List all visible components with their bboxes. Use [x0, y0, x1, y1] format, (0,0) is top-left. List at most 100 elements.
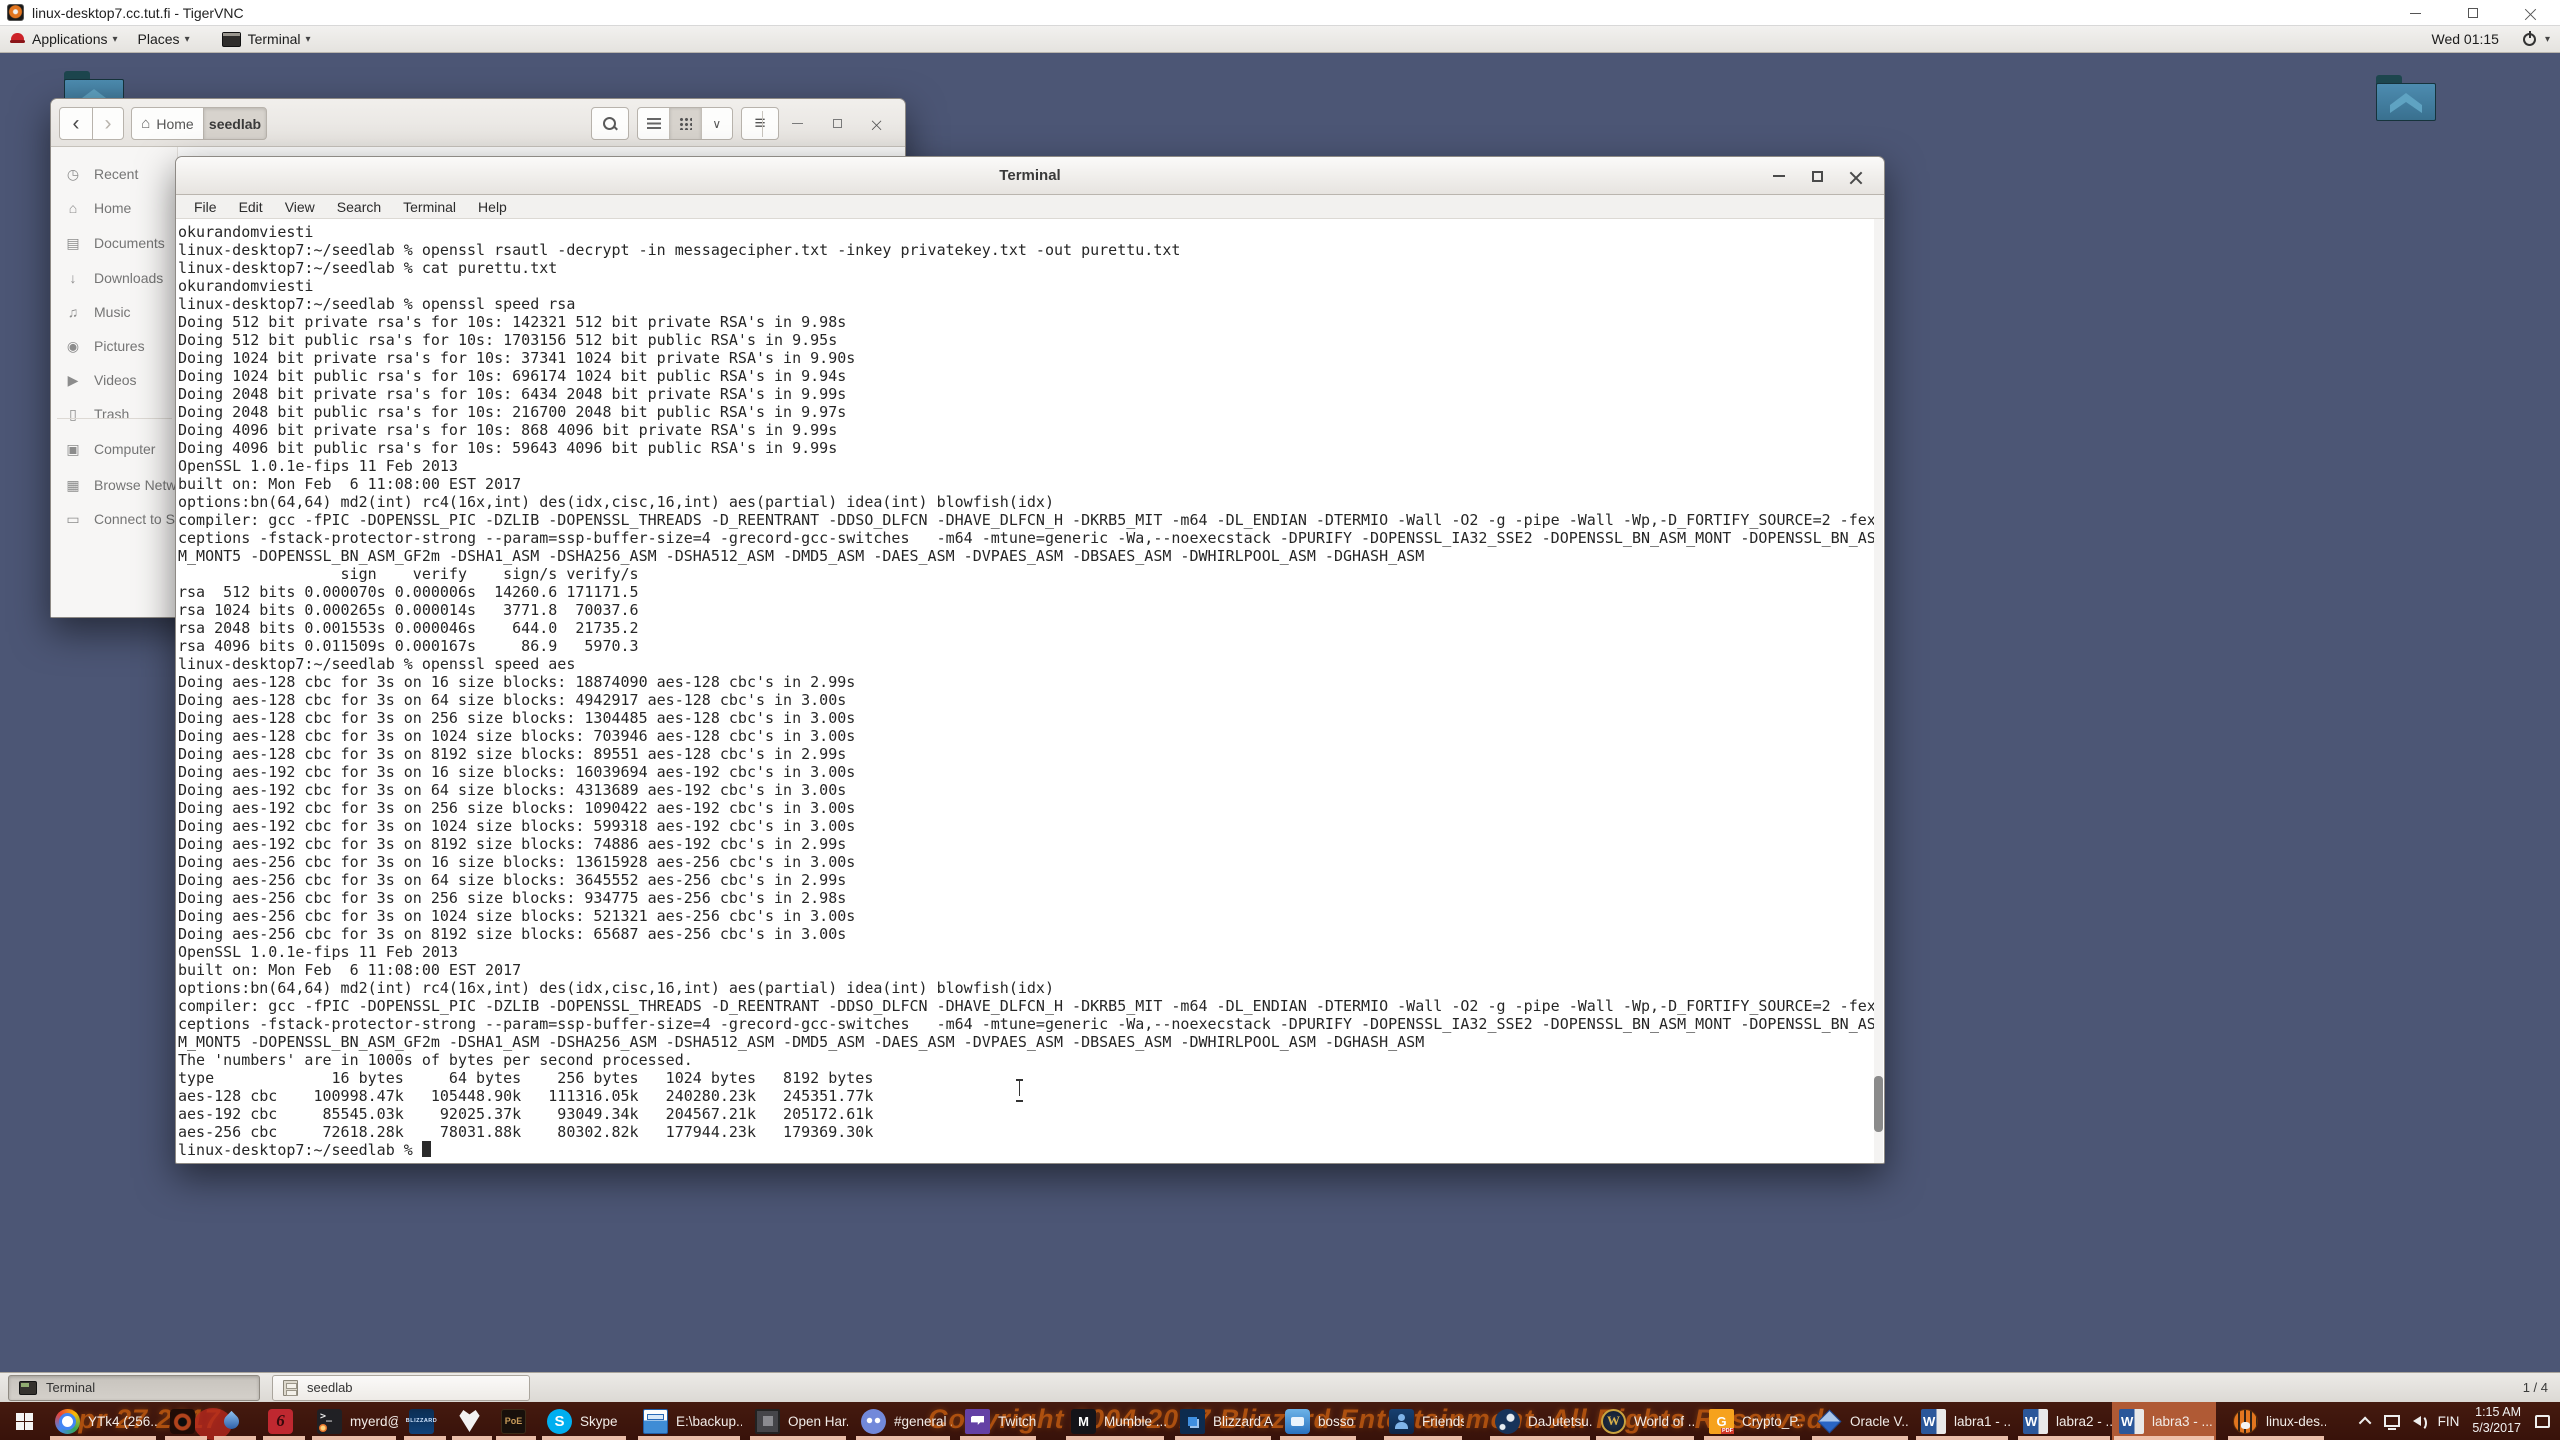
vnc-window-titlebar: linux-desktop7.cc.tut.fi - TigerVNC	[0, 0, 2560, 26]
discord-icon	[861, 1408, 886, 1434]
server-icon: ▭	[66, 510, 80, 527]
fm-close-button[interactable]	[857, 118, 897, 130]
fm-minimize-button[interactable]	[777, 123, 817, 124]
taskbar-app-twitch[interactable]: Twitch	[958, 1402, 1038, 1440]
taskbar-app-tigervnc[interactable]: linux-des...	[2226, 1402, 2326, 1440]
tray-clock[interactable]: 1:15 AM 5/3/2017	[2472, 1405, 2521, 1436]
breadcrumb-current-folder[interactable]: seedlab	[203, 107, 267, 140]
taskbar-app-blizzard[interactable]: Blizzard A...	[1173, 1402, 1273, 1440]
places-menu[interactable]: Places	[128, 26, 200, 52]
taskbar-app-putty[interactable]: >_ myerd@h...	[310, 1402, 398, 1440]
action-center-button[interactable]	[2535, 1414, 2550, 1428]
taskbar-app-flame-game[interactable]	[163, 1402, 209, 1440]
terminal-titlebar[interactable]: Terminal	[176, 157, 1884, 195]
menu-terminal[interactable]: Terminal	[392, 199, 467, 215]
power-icon	[2522, 30, 2536, 46]
videos-icon: ▶	[67, 371, 79, 388]
pdf-icon: G	[1709, 1408, 1734, 1434]
system-menu[interactable]	[2509, 30, 2560, 46]
window-list-item-terminal[interactable]: Terminal	[8, 1374, 260, 1401]
taskbar-app-friends[interactable]: Friends	[1382, 1402, 1464, 1440]
menu-search[interactable]: Search	[326, 199, 392, 215]
terminal-scrollbar[interactable]	[1874, 219, 1883, 1163]
mouse-ibeam-cursor	[1015, 1079, 1024, 1098]
taskbar-app-word-labra3[interactable]: W labra3 - ...	[2112, 1402, 2216, 1440]
terminal-close-button[interactable]	[1836, 170, 1874, 183]
network-icon	[2383, 1415, 2400, 1430]
word-icon: W	[2023, 1408, 2048, 1434]
terminal-window-title: Terminal	[999, 167, 1061, 184]
fm-maximize-button[interactable]	[817, 119, 857, 128]
menu-file[interactable]: File	[183, 199, 228, 215]
music-icon: ♫	[67, 304, 79, 320]
wow-icon: W	[1601, 1408, 1626, 1434]
screen: linux-desktop7.cc.tut.fi - TigerVNC Appl…	[0, 0, 2560, 1440]
tray-volume-button[interactable]	[2412, 1415, 2427, 1431]
taskbar-app-water-drop[interactable]	[212, 1402, 258, 1440]
vnc-close-button[interactable]	[2502, 0, 2560, 26]
taskbar-app-chrome[interactable]: YTk4 (256...	[48, 1402, 158, 1440]
terminal-output-area[interactable]: okurandomviesti linux-desktop7:~/seedlab…	[176, 219, 1884, 1163]
terminal-icon	[19, 1380, 37, 1395]
twitch-icon	[965, 1408, 990, 1434]
taskbar-app-steam[interactable]: DaJutetsu...	[1488, 1402, 1592, 1440]
terminal-maximize-button[interactable]	[1798, 170, 1836, 182]
menu-view[interactable]: View	[274, 199, 326, 215]
taskbar-app-battlenet[interactable]: BLIZZARD	[402, 1402, 448, 1440]
tray-network-button[interactable]	[2383, 1415, 2400, 1430]
maximize-icon	[832, 119, 842, 128]
back-button[interactable]: ‹	[59, 107, 93, 140]
applications-menu[interactable]: Applications	[0, 26, 128, 52]
active-app-menu[interactable]: Terminal	[212, 26, 321, 52]
panel-clock[interactable]: Wed 01:15	[2422, 31, 2509, 47]
tigervnc-app-icon	[7, 4, 24, 21]
trash-icon: ▯	[69, 405, 77, 422]
tray-language-indicator[interactable]: FIN	[2438, 1414, 2460, 1429]
taskbar-app-mumble[interactable]: M Mumble ...	[1064, 1402, 1166, 1440]
taskbar-app-discord[interactable]: #general ...	[854, 1402, 952, 1440]
taskbar-app-crypto-pdf[interactable]: G Crypto_P...	[1702, 1402, 1802, 1440]
home-icon: ⌂	[141, 115, 151, 132]
window-list-item-seedlab[interactable]: seedlab	[272, 1374, 530, 1401]
menu-edit[interactable]: Edit	[228, 199, 274, 215]
grid-view-button[interactable]	[669, 108, 701, 139]
mumble-icon: M	[1071, 1408, 1096, 1434]
taskbar-app-file-explorer[interactable]: E:\backup...	[636, 1402, 742, 1440]
taskbar-app-path-of-exile[interactable]: PoE	[494, 1402, 538, 1440]
list-view-icon	[646, 118, 661, 129]
forward-button[interactable]: ›	[92, 107, 124, 140]
taskbar-app-skype[interactable]: S Skype	[540, 1402, 628, 1440]
distro-menu-icon	[10, 33, 25, 45]
chat-icon	[1285, 1408, 1310, 1434]
workspace-indicator[interactable]: 1 / 4	[2523, 1380, 2548, 1395]
vnc-maximize-button[interactable]	[2444, 0, 2502, 26]
terminal-minimize-button[interactable]	[1760, 175, 1798, 177]
desktop-folder-icon[interactable]	[2376, 75, 2436, 121]
taskbar-app-bosso-chat[interactable]: bosso	[1278, 1402, 1358, 1440]
taskbar-app-word-labra1[interactable]: W labra1 - ...	[1914, 1402, 2010, 1440]
taskbar-app-world-of-warcraft[interactable]: W World of ...	[1594, 1402, 1696, 1440]
chrome-icon	[55, 1408, 80, 1434]
tray-expand-button[interactable]	[2358, 1416, 2372, 1429]
breadcrumb-home[interactable]: ⌂ Home	[131, 107, 204, 140]
blizzard-app-icon	[1180, 1408, 1205, 1434]
menu-help[interactable]: Help	[467, 199, 518, 215]
taskbar-app-red-emblem[interactable]: 6	[261, 1402, 307, 1440]
water-drop-icon	[219, 1409, 244, 1434]
friends-icon	[1389, 1408, 1414, 1434]
terminal-menubar: File Edit View Search Terminal Help	[176, 195, 1884, 219]
terminal-scrollbar-handle[interactable]	[1874, 1076, 1883, 1132]
taskbar-app-virtualbox[interactable]: Oracle V...	[1810, 1402, 1910, 1440]
list-view-button[interactable]	[638, 108, 669, 139]
search-button[interactable]	[591, 107, 629, 140]
view-options-button[interactable]: ∨	[700, 108, 732, 139]
file-manager-sidebar: ◷ Recent ⌂ Home ▤ Documents ↓ Downloads ♫ Mus…	[51, 147, 207, 617]
virtualbox-icon	[1817, 1409, 1842, 1434]
grid-view-icon	[678, 117, 692, 130]
taskbar-app-word-labra2[interactable]: W labra2 - ...	[2016, 1402, 2112, 1440]
windows-logo-icon	[15, 1412, 33, 1430]
vnc-minimize-button[interactable]	[2386, 0, 2444, 26]
taskbar-app-fox[interactable]	[450, 1402, 494, 1440]
taskbar-app-open-hardware-monitor[interactable]: Open Har...	[748, 1402, 848, 1440]
start-button[interactable]	[0, 1402, 48, 1440]
